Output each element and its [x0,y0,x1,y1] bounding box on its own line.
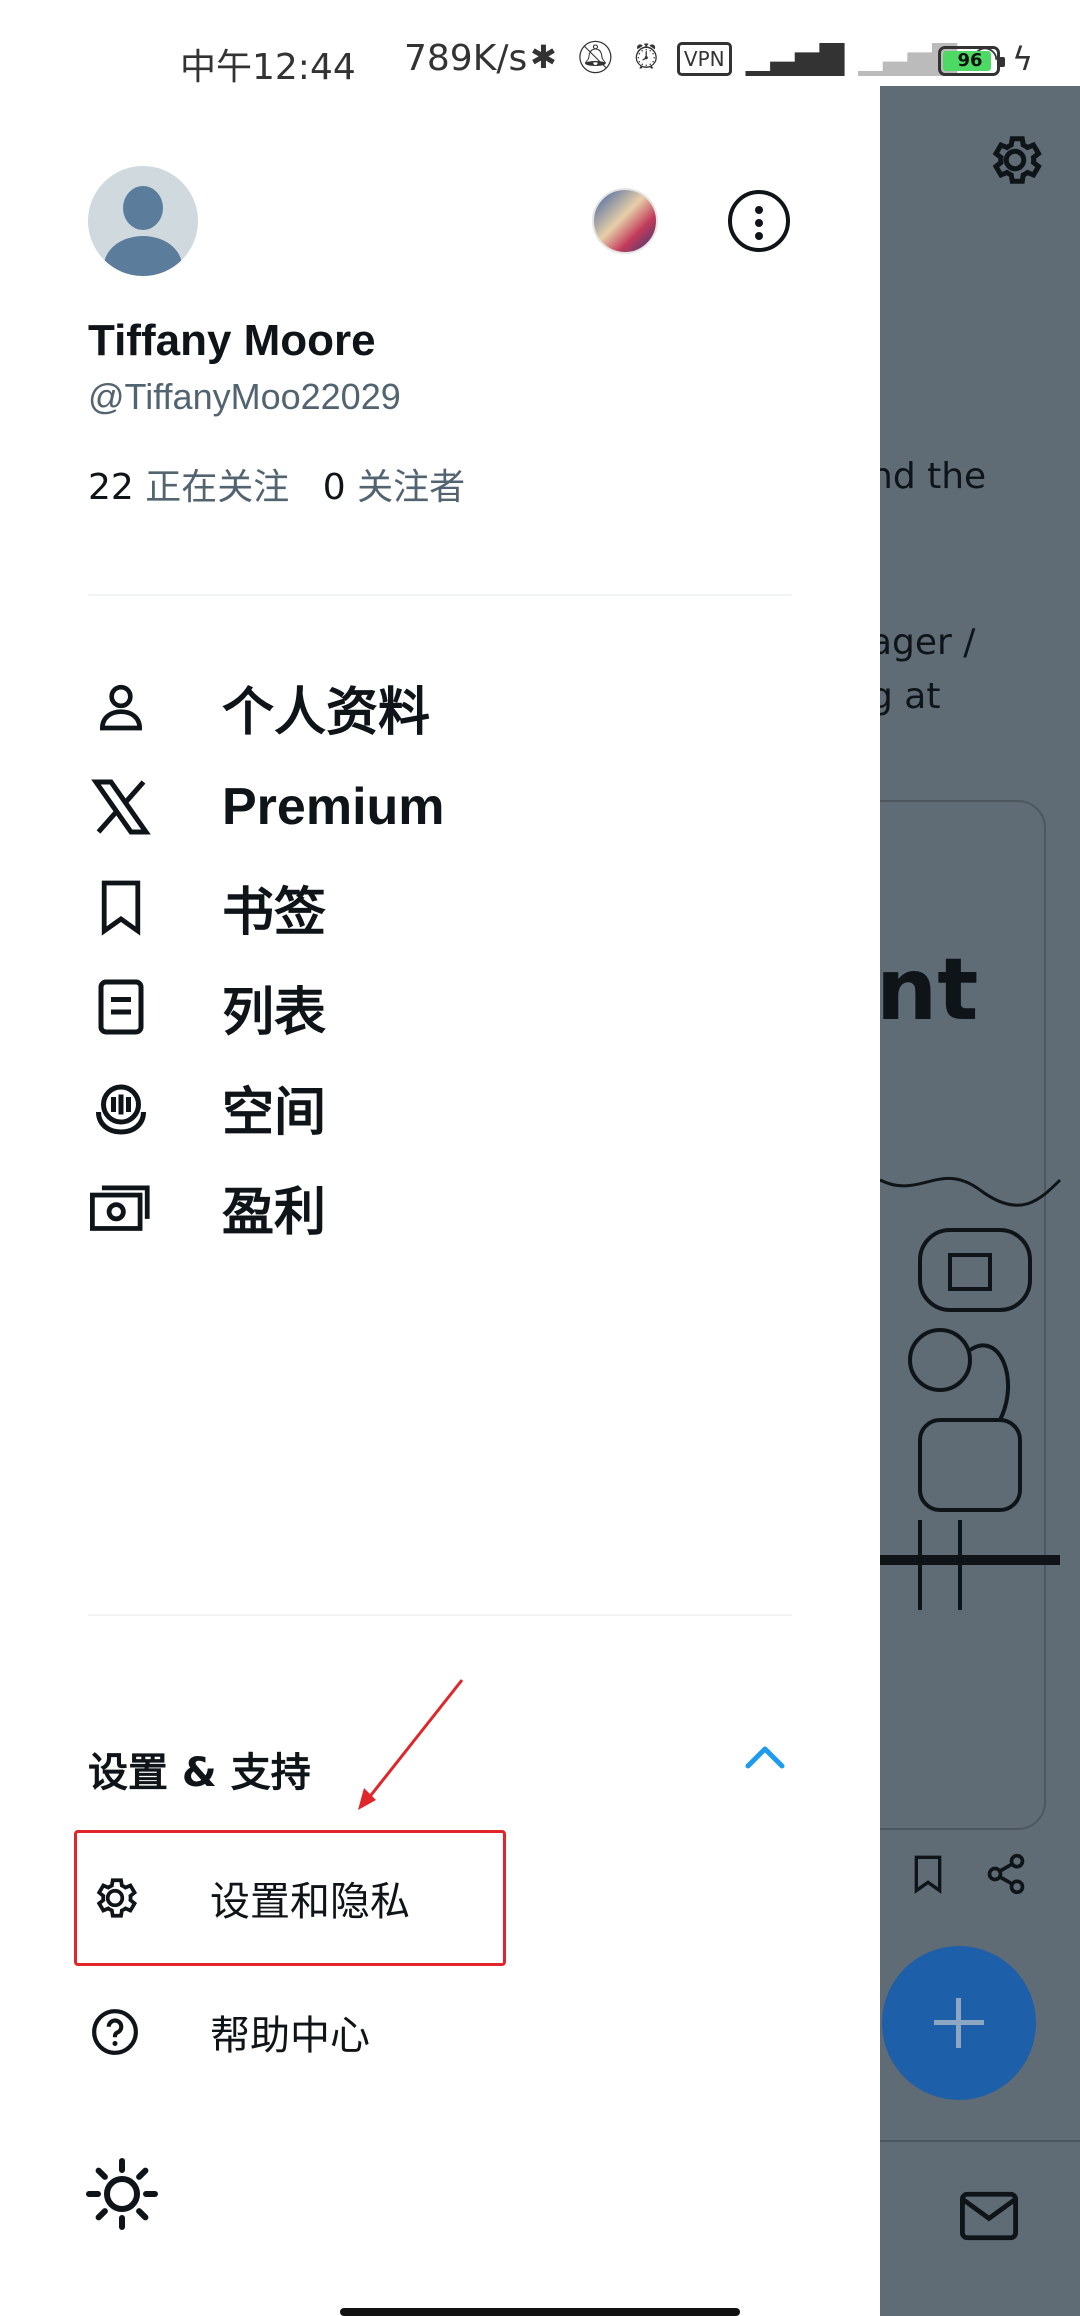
vpn-icon: VPN [676,42,732,76]
annotation-arrow-icon [358,1679,464,1810]
more-options-button[interactable] [728,190,790,252]
nav-item-monetization[interactable]: 盈利 [88,1152,808,1262]
background-illustration [880,1177,1062,1610]
background-card-heading: nt [876,940,979,1040]
help-center-label: 帮助中心 [210,2013,370,2059]
nav-item-lists[interactable]: 列表 [88,952,808,1062]
followers-count[interactable]: 0 [323,467,346,508]
divider [88,594,792,596]
nav-item-bookmarks[interactable]: 书签 [88,852,808,962]
follow-counts: 22 正在关注 0 关注者 [88,458,487,510]
help-center-item[interactable]: 帮助中心 [88,1982,788,2082]
charging-icon: ϟ [1012,40,1034,78]
followers-label[interactable]: 关注者 [357,467,465,508]
compose-button[interactable] [882,1946,1036,2100]
background-tweet-text: nd the [870,456,987,497]
x-logo-icon [88,774,154,840]
person-icon [88,674,154,740]
status-icons: ✱ 🔕︎ ⏰︎ VPN ▁▃▅▇ ▁▃▅▇ ◠ [530,38,1003,77]
alarm-icon: ⏰︎ [633,38,663,76]
bookmark-icon [88,874,154,940]
nav-item-profile[interactable]: 个人资料 [88,652,808,762]
background-messages-icon[interactable] [960,2190,1018,2242]
divider [88,1614,792,1616]
background-bookmark-icon [914,1855,942,1894]
nav-item-premium[interactable]: Premium [88,752,808,862]
annotation-highlight-box [74,1830,506,1966]
help-icon [88,2005,142,2059]
money-icon [88,1174,154,1240]
following-label[interactable]: 正在关注 [145,467,289,508]
chevron-up-icon[interactable] [740,1736,790,1776]
background-tweet-text: ager / [870,622,976,663]
status-bar: 中午12:44 789K/s ✱ 🔕︎ ⏰︎ VPN ▁▃▅▇ ▁▃▅▇ ◠ 9… [0,0,1080,88]
navigation-drawer: Tiffany Moore @TiffanyMoo22029 22 正在关注 0… [0,86,880,2316]
mute-icon: 🔕︎ [574,38,620,76]
avatar[interactable] [88,166,198,276]
nav-label: 盈利 [222,1182,327,1243]
background-tweet-text: g at [870,676,941,717]
signal-icon: ▁▃▅▇ [745,38,845,76]
nav-label: 个人资料 [222,682,431,743]
bluetooth-icon: ✱ [530,38,561,76]
settings-support-header[interactable]: 设置 & 支持 [88,1740,311,1798]
nav-item-spaces[interactable]: 空间 [88,1052,808,1162]
background-divider [880,2140,1080,2142]
nav-label: 书签 [222,882,327,943]
profile-display-name[interactable]: Tiffany Moore [88,316,376,366]
spaces-icon [88,1074,154,1140]
account-switcher-avatar[interactable] [592,188,658,254]
battery-level: 96 [957,50,983,71]
battery-icon: 96 [938,46,1005,76]
following-count[interactable]: 22 [88,467,134,508]
nav-label: Premium [222,778,445,836]
background-gear-icon [992,136,1042,184]
status-network-speed: 789K/s [404,38,528,79]
nav-label: 列表 [222,982,327,1043]
list-icon [88,974,154,1040]
background-share-icon [987,1853,1025,1895]
display-theme-icon[interactable] [86,2158,158,2230]
status-time: 中午12:44 [180,47,356,88]
nav-label: 空间 [222,1082,327,1143]
profile-handle: @TiffanyMoo22029 [88,376,401,417]
home-indicator [340,2308,740,2316]
